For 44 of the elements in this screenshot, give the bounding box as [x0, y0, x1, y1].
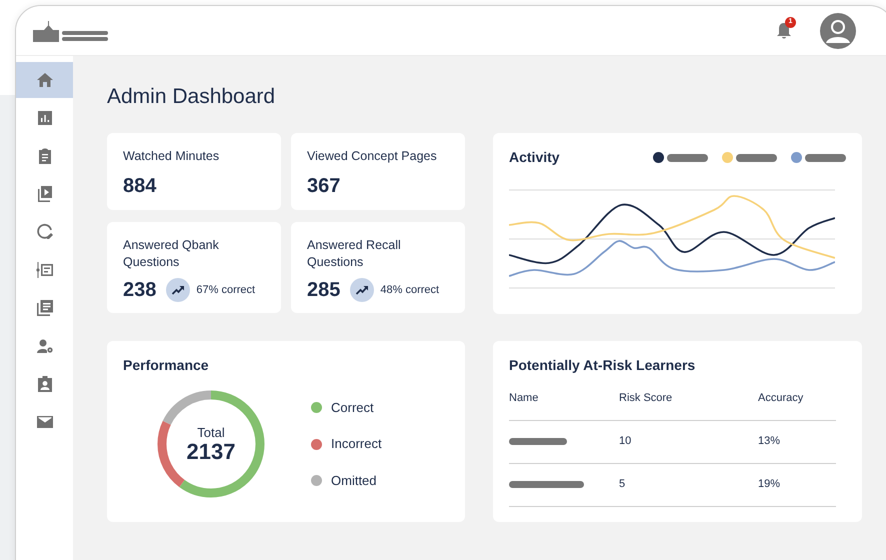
table-cell: 5 [619, 478, 626, 490]
correct-rate: 67% correct [196, 282, 256, 298]
legend-label: Correct [331, 398, 374, 417]
stat-value: 367 [307, 174, 340, 198]
card-title: Performance [123, 356, 210, 375]
correct-rate: 48% correct [380, 282, 440, 298]
stat-label: Answered Recall Questions [307, 237, 402, 271]
page-title: Admin Dashboard [107, 84, 276, 110]
user-gear-icon [36, 337, 54, 355]
name-placeholder-bar [509, 438, 567, 445]
stat-label: Answered Qbank Questions [123, 237, 220, 271]
stat-label: Viewed Concept Pages [307, 148, 438, 165]
column-header: Name [509, 392, 538, 404]
table-cell: 10 [619, 435, 632, 448]
trending-up-icon [166, 278, 190, 302]
legend-label: Incorrect [331, 435, 382, 454]
list-icon [36, 261, 54, 279]
id-badge-icon [36, 375, 54, 393]
stat-value: 238 [123, 278, 156, 302]
legend-placeholder-bar [805, 154, 846, 162]
table-cell: 19% [758, 478, 780, 490]
column-header: Accuracy [758, 392, 804, 404]
legend-label: Omitted [331, 472, 377, 490]
sidebar-item[interactable] [16, 62, 73, 98]
avatar-icon[interactable] [820, 12, 856, 48]
bar-chart-icon [36, 109, 54, 127]
legend-placeholder-bar [667, 154, 708, 162]
total-value: 2137 [186, 440, 236, 464]
bell-icon[interactable] [776, 22, 792, 40]
video-play-icon [36, 185, 54, 203]
home-icon [36, 71, 54, 89]
mail-icon [36, 413, 54, 431]
total-label: Total [197, 424, 225, 440]
legend-placeholder-bar [736, 154, 777, 162]
trending-up-icon [350, 278, 374, 302]
card-title: Potentially At-Risk Learners [509, 356, 696, 375]
library-icon [36, 299, 54, 317]
stat-value: 285 [307, 278, 340, 302]
column-header: Risk Score [619, 392, 672, 404]
stat-value: 884 [123, 174, 156, 198]
pencil-circle-icon [36, 223, 54, 241]
stat-label: Watched Minutes [123, 148, 220, 165]
table-cell: 13% [758, 435, 780, 448]
card-title: Activity [509, 148, 560, 167]
